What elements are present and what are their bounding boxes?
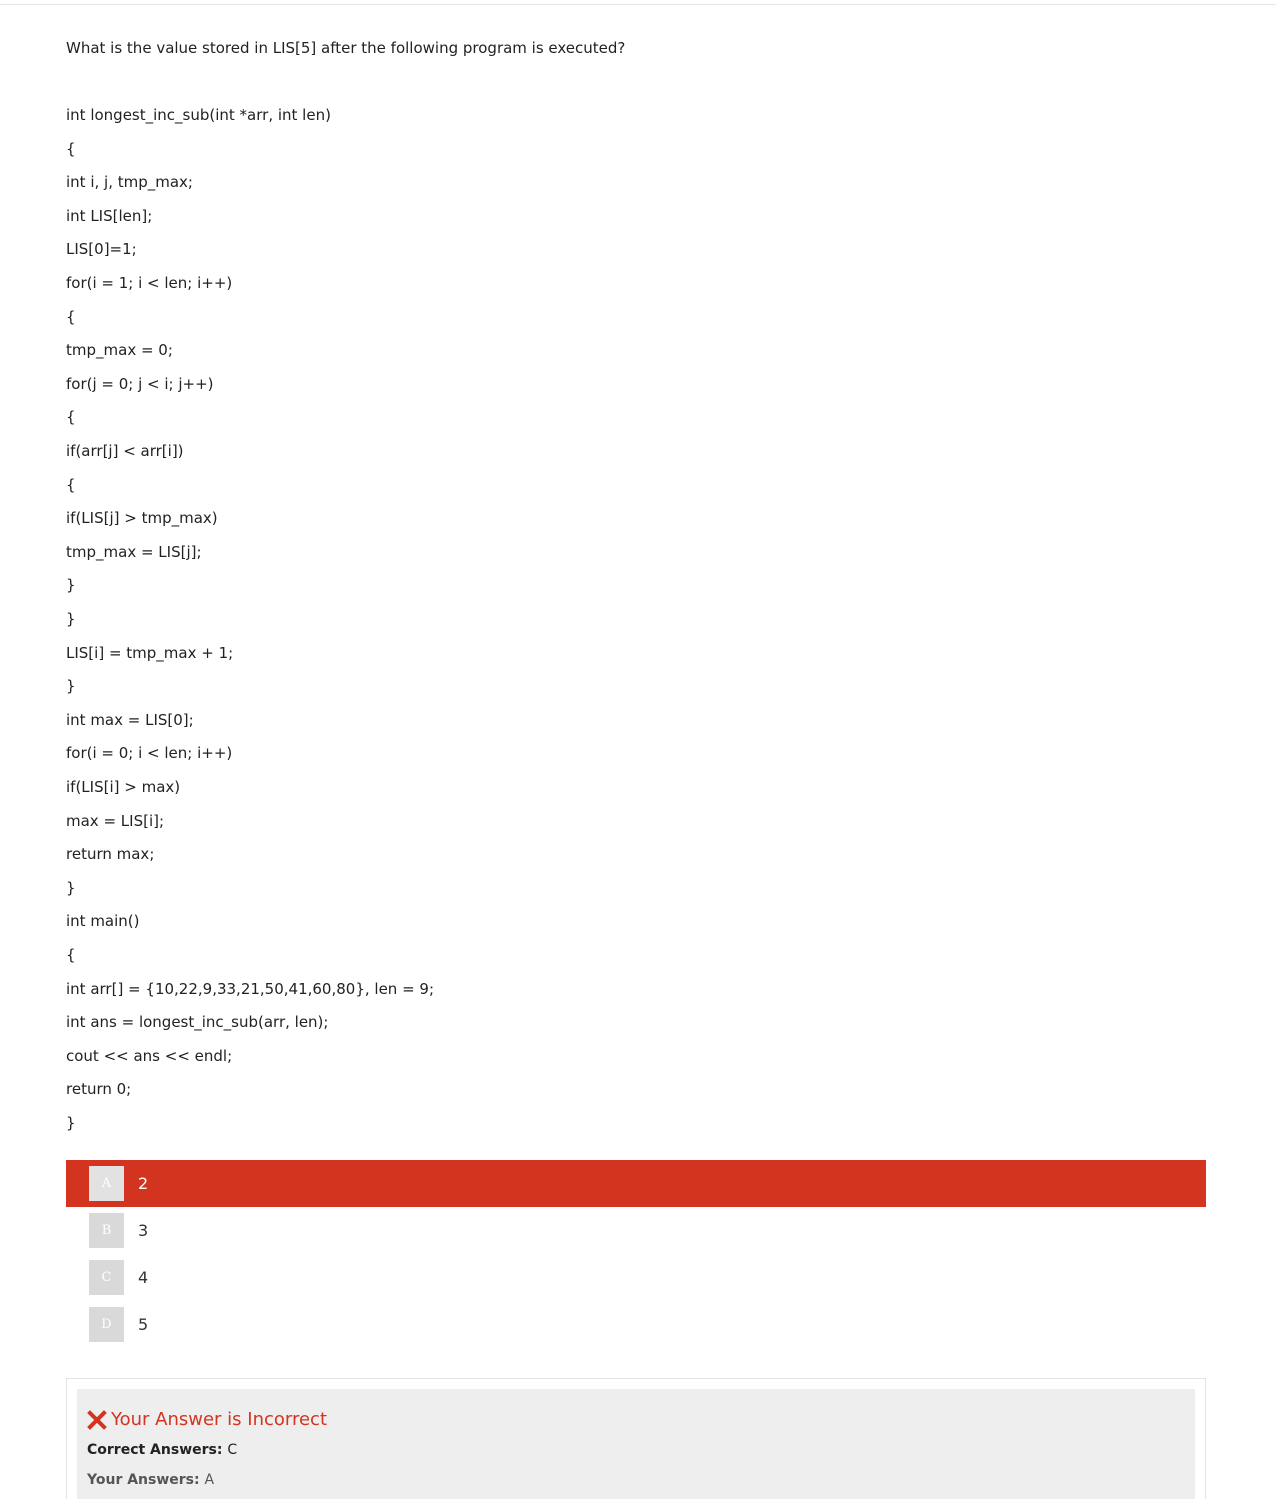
code-line: return 0; [66, 1080, 132, 1099]
code-line: for(i = 1; i < len; i++) [66, 274, 233, 292]
question-text: What is the value stored in LIS[5] after… [66, 39, 626, 57]
code-line: { [66, 307, 76, 326]
code-line: LIS[0]=1; [66, 240, 137, 259]
feedback-title-text: Your Answer is Incorrect [111, 1409, 328, 1430]
correct-answers-label: Correct Answers: [87, 1442, 228, 1458]
code-line: max = LIS[i]; [66, 811, 165, 830]
code-line: int i, j, tmp_max; [66, 173, 193, 192]
code-line: if(LIS[i] > max) [66, 778, 181, 796]
code-line: LIS[i] = tmp_max + 1; [66, 643, 234, 662]
code-line: int arr[] = {10,22,9,33,21,50,41,60,80},… [66, 979, 435, 998]
code-line: } [66, 677, 76, 696]
code-line: { [66, 139, 76, 158]
feedback-panel: Your Answer is Incorrect Correct Answers… [66, 1378, 1206, 1499]
code-line: if(LIS[j] > tmp_max) [66, 509, 218, 528]
code-line: } [66, 610, 76, 628]
option-text: 3 [138, 1221, 149, 1240]
code-line: { [66, 408, 76, 427]
code-line: } [66, 878, 76, 897]
code-line: { [66, 946, 76, 964]
option-text: 5 [138, 1315, 149, 1334]
code-line: int LIS[len]; [66, 206, 153, 225]
option-c[interactable]: C 4 [66, 1254, 1206, 1301]
x-icon [87, 1410, 107, 1430]
your-answers-value: A [204, 1472, 215, 1488]
option-letter: C [89, 1260, 124, 1295]
option-text: 4 [138, 1268, 149, 1287]
option-letter: B [89, 1213, 124, 1248]
correct-answers-value: C [227, 1442, 238, 1458]
your-answers-row: Your Answers: A [87, 1471, 214, 1489]
code-line: for(i = 0; i < len; i++) [66, 744, 233, 763]
option-a[interactable]: A 2 [66, 1160, 1206, 1207]
code-line: { [66, 475, 76, 494]
feedback-title: Your Answer is Incorrect [87, 1409, 327, 1431]
code-line: cout << ans << endl; [66, 1046, 233, 1065]
code-line: if(arr[j] < arr[i]) [66, 442, 184, 460]
your-answers-label: Your Answers: [87, 1472, 205, 1488]
code-line: int max = LIS[0]; [66, 710, 194, 729]
code-line: int main() [66, 912, 140, 931]
option-d[interactable]: D 5 [66, 1301, 1206, 1348]
option-b[interactable]: B 3 [66, 1207, 1206, 1254]
code-line: int longest_inc_sub(int *arr, int len) [66, 106, 331, 124]
code-line: tmp_max = 0; [66, 341, 173, 360]
answer-options: A 2 B 3 C 4 D 5 [66, 1160, 1206, 1348]
code-line: int ans = longest_inc_sub(arr, len); [66, 1013, 329, 1032]
code-line: } [66, 1114, 76, 1132]
top-divider [0, 4, 1276, 5]
feedback-box: Your Answer is Incorrect Correct Answers… [77, 1389, 1195, 1499]
code-line: tmp_max = LIS[j]; [66, 542, 202, 561]
option-letter: A [89, 1166, 124, 1201]
option-text: 2 [138, 1174, 149, 1193]
code-line: for(j = 0; j < i; j++) [66, 374, 214, 393]
code-line: } [66, 576, 76, 595]
code-line: return max; [66, 845, 155, 864]
option-letter: D [89, 1307, 124, 1342]
correct-answers-row: Correct Answers: C [87, 1441, 237, 1459]
